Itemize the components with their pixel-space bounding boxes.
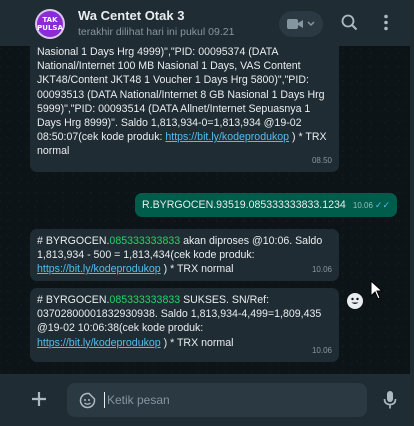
message-link[interactable]: https://bit.ly/kodeprodukop [37, 337, 161, 349]
message-time: 10.06 [311, 345, 332, 355]
message-link[interactable]: https://bit.ly/kodeprodukop [165, 131, 289, 143]
avatar-text-2: PULSA [37, 24, 63, 32]
message-link[interactable]: https://bit.ly/kodeprodukop [37, 263, 161, 275]
phone-number[interactable]: 085333333833 [109, 235, 180, 247]
plus-icon[interactable] [30, 390, 48, 408]
composer-bar: Ketik pesan [0, 374, 410, 426]
video-call-button[interactable] [279, 11, 323, 37]
emoji-reaction-icon[interactable] [347, 293, 363, 309]
avatar-logo: TAK PULSA [37, 11, 63, 37]
text-caret [104, 392, 105, 408]
message-text: Nasional 1 Days Hrg 4999)","PID: 0009537… [37, 46, 330, 158]
read-receipt-icon: ✓✓ [374, 199, 390, 210]
message-time: 10.06 [311, 264, 332, 274]
smiley-icon [351, 297, 359, 304]
more-vertical-icon[interactable] [383, 14, 389, 31]
avatar[interactable]: TAK PULSA [35, 9, 65, 39]
window-edge [410, 0, 414, 426]
chat-name: Wa Centet Otak 3 [78, 8, 185, 23]
message-time: 10.06 ✓✓ [352, 199, 390, 210]
chevron-down-icon [307, 21, 315, 27]
microphone-icon[interactable] [383, 390, 397, 410]
search-icon[interactable] [341, 14, 358, 31]
message-time: 08.50 [311, 155, 332, 165]
message-text: # BYRGOCEN.085333333833 akan diproses @1… [37, 235, 326, 276]
message-bubble-outgoing[interactable]: R.BYRGOCEN.93519.085333333833.1234 10.06… [135, 193, 397, 217]
avatar-text-1: TAK [42, 16, 58, 24]
message-list[interactable]: Nasional 1 Days Hrg 4999)","PID: 0009537… [0, 46, 410, 374]
mouse-cursor-icon [370, 280, 384, 300]
chat-header[interactable]: TAK PULSA Wa Centet Otak 3 terakhir dili… [0, 0, 414, 46]
message-input[interactable]: Ketik pesan [67, 383, 367, 417]
message-bubble-incoming[interactable]: Nasional 1 Days Hrg 4999)","PID: 0009537… [30, 46, 339, 172]
message-bubble-incoming[interactable]: # BYRGOCEN.085333333833 SUKSES. SN/Ref: … [30, 288, 339, 362]
sticker-icon[interactable] [79, 392, 96, 409]
message-bubble-incoming[interactable]: # BYRGOCEN.085333333833 akan diproses @1… [30, 229, 339, 281]
video-camera-icon [287, 19, 303, 29]
last-seen-status: terakhir dilihat hari ini pukul 09.21 [78, 26, 235, 38]
message-text: # BYRGOCEN.085333333833 SUKSES. SN/Ref: … [37, 294, 325, 349]
message-input-placeholder: Ketik pesan [107, 393, 170, 407]
phone-number[interactable]: 085333333833 [109, 294, 180, 306]
chat-title-block[interactable]: Wa Centet Otak 3 terakhir dilihat hari i… [78, 8, 234, 38]
